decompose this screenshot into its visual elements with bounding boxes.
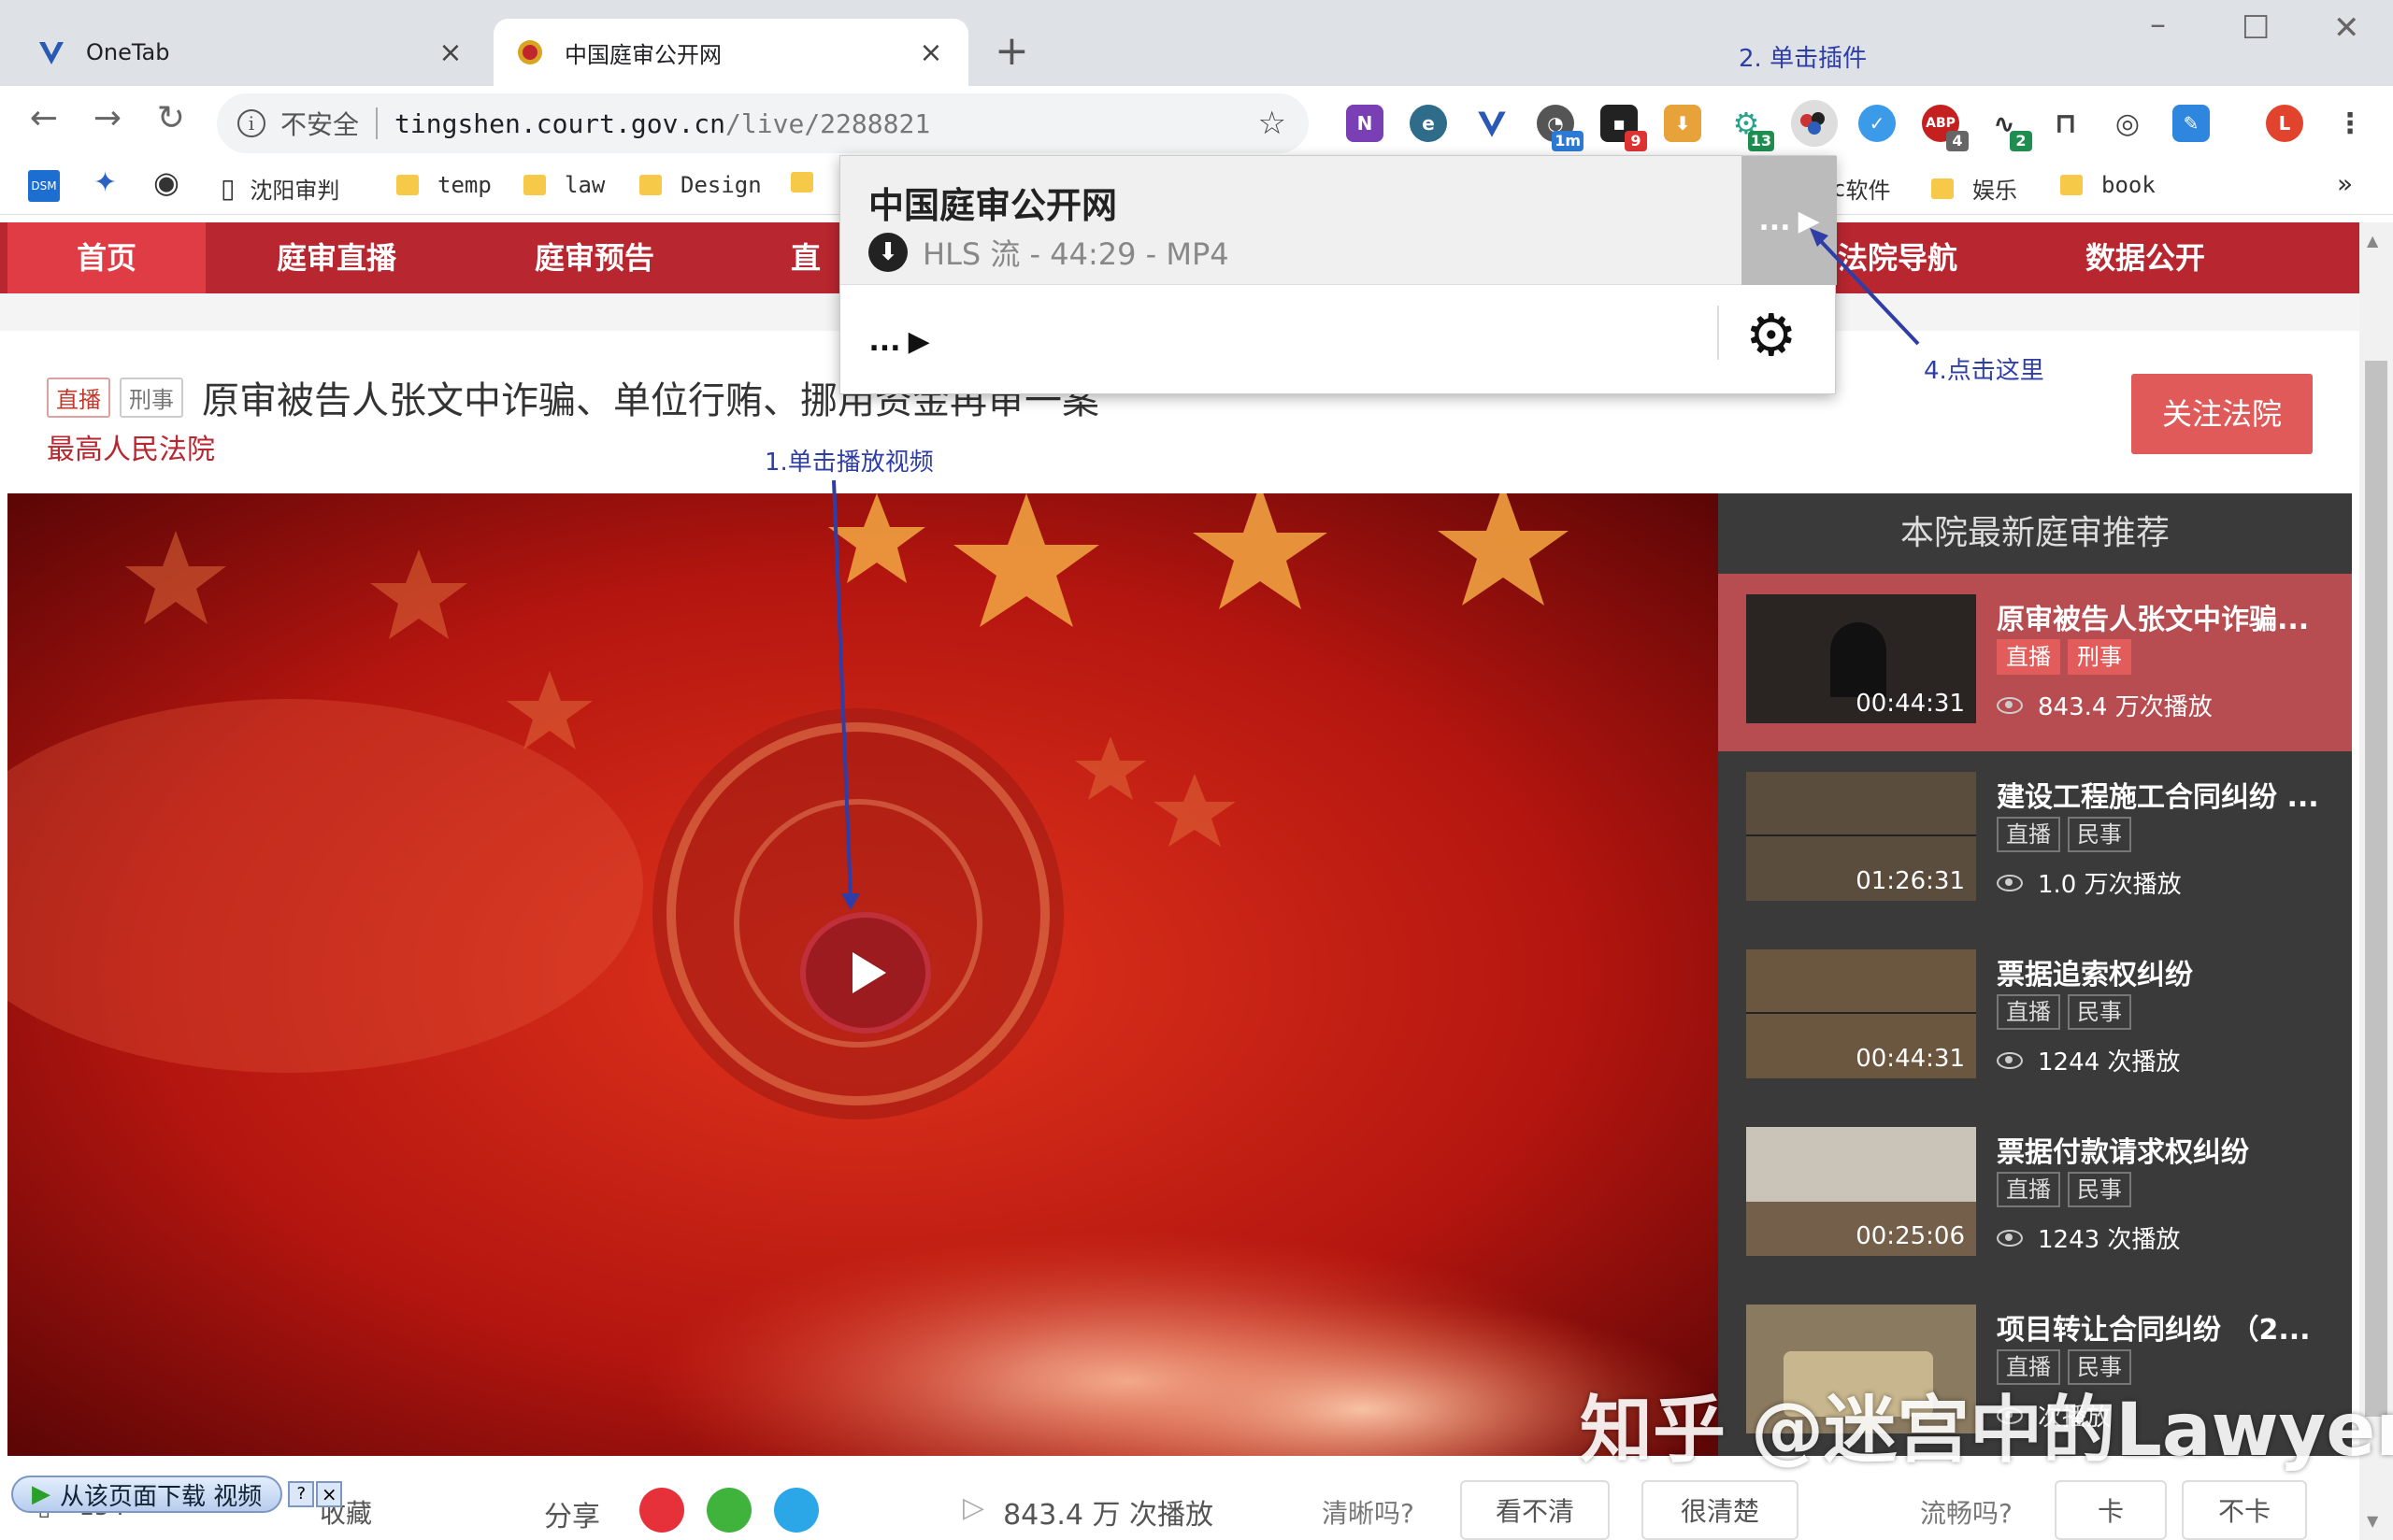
annotation-arrow-1 <box>832 479 853 898</box>
annotation-arrowhead-1 <box>841 893 860 910</box>
annotation-arrow-4 <box>1815 235 1920 346</box>
annotation-arrows <box>832 228 1920 910</box>
annotation-click-here: 4.点击这里 <box>1924 357 2044 385</box>
zhihu-watermark: 知乎 @迷宫中的Lawyer <box>1580 1389 2393 1473</box>
annotation-click-plugin: 2. 单击插件 <box>1739 45 1868 73</box>
annotation-play-video: 1.单击播放视频 <box>765 449 934 477</box>
